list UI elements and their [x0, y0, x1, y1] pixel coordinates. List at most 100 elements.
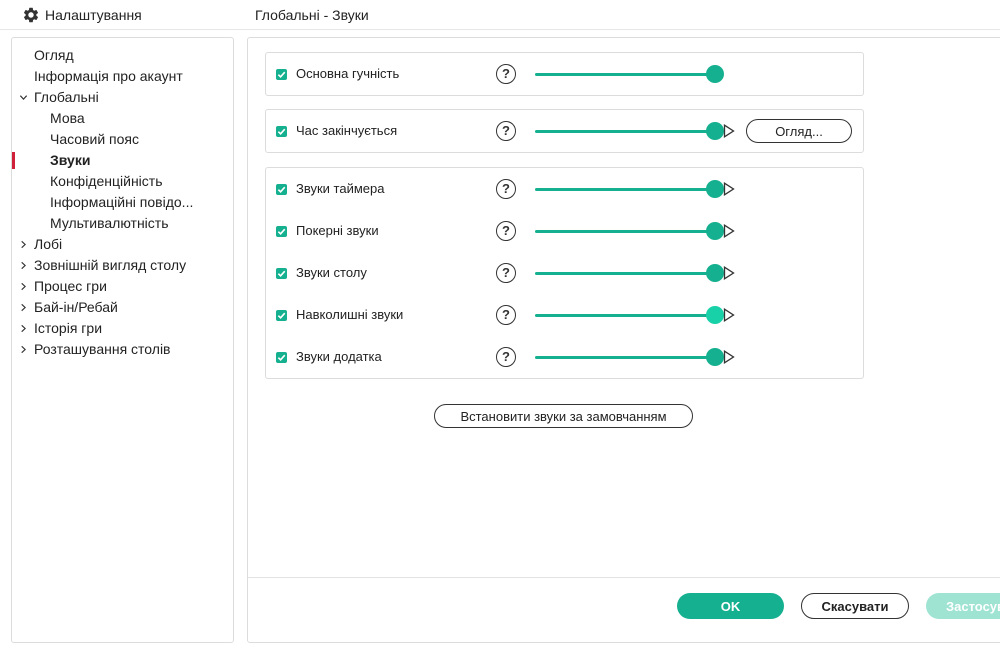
- checkmark-icon: [277, 71, 286, 79]
- help-icon[interactable]: ?: [496, 305, 516, 325]
- sidebar-item-label: Розташування столів: [34, 341, 171, 357]
- master-volume-label: Основна гучність: [296, 66, 400, 81]
- sidebar-item-label: Огляд: [34, 47, 74, 63]
- sidebar-item[interactable]: Бай-ін/Ребай: [12, 297, 233, 318]
- sound-checkbox[interactable]: [276, 268, 287, 279]
- sidebar-item[interactable]: Розташування столів: [12, 339, 233, 360]
- help-icon[interactable]: ?: [496, 64, 516, 84]
- master-volume-card: Основна гучність ?: [265, 52, 864, 96]
- cancel-button[interactable]: Скасувати: [801, 593, 909, 619]
- play-icon[interactable]: [723, 182, 735, 196]
- help-icon[interactable]: ?: [496, 263, 516, 283]
- ok-button[interactable]: OK: [677, 593, 784, 619]
- sound-row: Звуки таймера?: [266, 168, 863, 210]
- slider-track: [535, 230, 715, 233]
- master-volume-row: Основна гучність ?: [266, 53, 863, 95]
- sound-row: Звуки столу?: [266, 252, 863, 294]
- sidebar-item[interactable]: Часовий пояс: [12, 129, 233, 150]
- sound-volume-slider[interactable]: [535, 263, 724, 283]
- chevron-right-icon[interactable]: [17, 318, 29, 339]
- reset-default-sounds-button[interactable]: Встановити звуки за замовчанням: [434, 404, 693, 428]
- checkmark-icon: [277, 228, 286, 236]
- sidebar-item[interactable]: Мультивалютність: [12, 213, 233, 234]
- chevron-down-icon[interactable]: [17, 87, 29, 108]
- sidebar-item[interactable]: Огляд: [12, 45, 233, 66]
- sounds-card: Звуки таймера? Покерні звуки? Звуки столу?…: [265, 167, 864, 379]
- slider-thumb[interactable]: [706, 122, 724, 140]
- sidebar-item[interactable]: Інформаційні повідо...: [12, 192, 233, 213]
- sidebar-item[interactable]: Інформація про акаунт: [12, 66, 233, 87]
- sidebar-item-label: Конфіденційність: [50, 173, 163, 189]
- title-bar: Налаштування Глобальні - Звуки: [0, 0, 1000, 30]
- master-volume-checkbox[interactable]: [276, 69, 287, 80]
- help-icon[interactable]: ?: [496, 121, 516, 141]
- checkmark-icon: [277, 270, 286, 278]
- sound-label: Звуки столу: [296, 265, 367, 280]
- sidebar-item-label: Зовнішній вигляд столу: [34, 257, 187, 273]
- sound-checkbox[interactable]: [276, 310, 287, 321]
- settings-panel: Основна гучність ? Час закінчується ? Ог…: [247, 37, 1000, 643]
- play-icon[interactable]: [723, 224, 735, 238]
- timeout-row: Час закінчується ? Огляд...: [266, 110, 863, 152]
- play-icon[interactable]: [723, 350, 735, 364]
- sound-label: Покерні звуки: [296, 223, 379, 238]
- sound-volume-slider[interactable]: [535, 179, 724, 199]
- chevron-right-icon[interactable]: [17, 339, 29, 360]
- slider-thumb[interactable]: [706, 306, 724, 324]
- checkmark-icon: [277, 186, 286, 194]
- help-icon[interactable]: ?: [496, 179, 516, 199]
- sidebar: Огляд Інформація про акаунт Глобальні Мова Ч…: [11, 37, 234, 643]
- gear-icon: [23, 7, 39, 23]
- sound-label: Звуки таймера: [296, 181, 385, 196]
- sidebar-item[interactable]: Конфіденційність: [12, 171, 233, 192]
- apply-button[interactable]: Застосувати: [926, 593, 1000, 619]
- slider-thumb[interactable]: [706, 222, 724, 240]
- slider-thumb[interactable]: [706, 264, 724, 282]
- help-icon[interactable]: ?: [496, 221, 516, 241]
- sound-volume-slider[interactable]: [535, 221, 724, 241]
- sidebar-item[interactable]: Мова: [12, 108, 233, 129]
- sidebar-item-label: Інформаційні повідо...: [50, 194, 194, 210]
- chevron-right-icon[interactable]: [17, 234, 29, 255]
- slider-thumb[interactable]: [706, 348, 724, 366]
- sound-checkbox[interactable]: [276, 184, 287, 195]
- play-icon[interactable]: [723, 124, 735, 138]
- sidebar-item[interactable]: Лобі: [12, 234, 233, 255]
- slider-track: [535, 130, 715, 133]
- sidebar-item[interactable]: Звуки: [12, 150, 233, 171]
- sidebar-nav: Огляд Інформація про акаунт Глобальні Мова Ч…: [12, 45, 233, 360]
- sidebar-item[interactable]: Зовнішній вигляд столу: [12, 255, 233, 276]
- sound-row: Навколишні звуки?: [266, 294, 863, 336]
- sound-volume-slider[interactable]: [535, 347, 724, 367]
- sound-row: Покерні звуки?: [266, 210, 863, 252]
- play-icon[interactable]: [723, 266, 735, 280]
- slider-track: [535, 314, 715, 317]
- timeout-volume-slider[interactable]: [535, 121, 724, 141]
- sound-checkbox[interactable]: [276, 226, 287, 237]
- sound-label: Звуки додатка: [296, 349, 382, 364]
- play-icon[interactable]: [723, 308, 735, 322]
- timeout-label: Час закінчується: [296, 123, 398, 138]
- slider-thumb[interactable]: [706, 180, 724, 198]
- page-title: Глобальні - Звуки: [255, 7, 369, 23]
- sidebar-item-label: Часовий пояс: [50, 131, 139, 147]
- sound-checkbox[interactable]: [276, 352, 287, 363]
- sidebar-item[interactable]: Глобальні: [12, 87, 233, 108]
- sound-volume-slider[interactable]: [535, 305, 724, 325]
- master-volume-slider[interactable]: [535, 64, 724, 84]
- sidebar-item[interactable]: Історія гри: [12, 318, 233, 339]
- chevron-right-icon[interactable]: [17, 255, 29, 276]
- slider-track: [535, 356, 715, 359]
- sidebar-item-label: Бай-ін/Ребай: [34, 299, 118, 315]
- sidebar-item-label: Процес гри: [34, 278, 107, 294]
- chevron-right-icon[interactable]: [17, 276, 29, 297]
- help-icon[interactable]: ?: [496, 347, 516, 367]
- browse-button[interactable]: Огляд...: [746, 119, 852, 143]
- slider-track: [535, 73, 715, 76]
- chevron-right-icon[interactable]: [17, 297, 29, 318]
- timeout-card: Час закінчується ? Огляд...: [265, 109, 864, 153]
- sidebar-item[interactable]: Процес гри: [12, 276, 233, 297]
- checkmark-icon: [277, 312, 286, 320]
- slider-thumb[interactable]: [706, 65, 724, 83]
- timeout-checkbox[interactable]: [276, 126, 287, 137]
